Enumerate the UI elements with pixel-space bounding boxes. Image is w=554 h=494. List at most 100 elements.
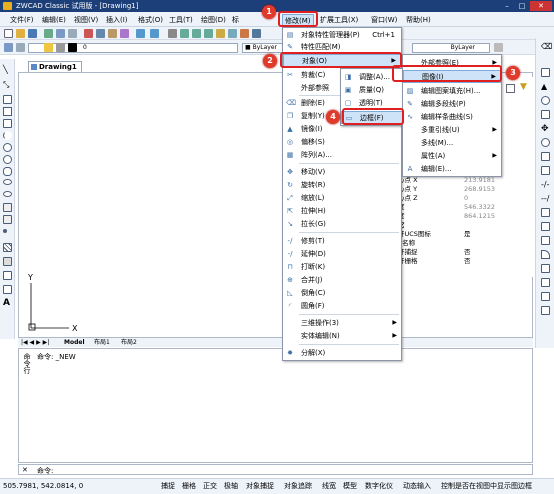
modify-extra2-icon[interactable]	[541, 306, 550, 315]
quick-select-icon[interactable]	[506, 84, 515, 93]
close-button[interactable]: ✕	[530, 1, 552, 11]
array-icon[interactable]	[541, 110, 550, 119]
menu-tools[interactable]: 工具(T)	[167, 14, 195, 26]
menu-item-quality[interactable]: ▣ 质量(Q)	[341, 84, 405, 96]
menu-window[interactable]: 窗口(W)	[369, 14, 399, 26]
menu-item-rotate[interactable]: ↻ 旋转(R)	[283, 179, 401, 191]
menu-item-break[interactable]: ⊓ 打断(K)	[283, 261, 401, 273]
tab-layout2[interactable]: 布局2	[121, 338, 137, 347]
menu-item-scale[interactable]: ⤢ 缩放(L)	[283, 192, 401, 204]
menu-help[interactable]: 帮助(H)	[404, 14, 433, 26]
snap-button[interactable]: 捕捉	[160, 480, 176, 493]
menu-item-trim[interactable]: -/修剪(T)	[283, 235, 401, 247]
break-icon[interactable]	[541, 208, 550, 217]
ortho-button[interactable]: 正交	[202, 480, 218, 493]
point-icon[interactable]	[3, 229, 7, 233]
menu-item-3d-operations[interactable]: 三维操作(3) ▶	[283, 317, 401, 329]
chamfer-icon[interactable]	[541, 236, 550, 245]
rectangle-icon[interactable]	[3, 119, 12, 128]
erase-icon[interactable]: ⌫	[541, 42, 552, 51]
open-icon[interactable]	[16, 29, 25, 38]
pan-icon[interactable]	[168, 29, 177, 38]
line-icon[interactable]: ╲	[3, 65, 12, 74]
ellipse-arc-icon[interactable]	[3, 191, 12, 197]
zoom-realtime-icon[interactable]	[180, 29, 189, 38]
extend-icon[interactable]: --/	[541, 194, 550, 203]
menu-item-properties[interactable]: ▤ 对象特性管理器(P) Ctrl+1	[283, 29, 401, 41]
command-window[interactable]: 命令行 命令: _NEW	[18, 348, 533, 463]
fillet-icon[interactable]	[541, 250, 550, 259]
zoom-window-icon[interactable]	[192, 29, 201, 38]
menu-item-edit-hatch[interactable]: ▨ 编辑图案填充(H)...	[403, 85, 501, 97]
menu-item-edit-spline[interactable]: ∿ 编辑样条曲线(S)	[403, 111, 501, 123]
publish-icon[interactable]	[68, 29, 77, 38]
polygon-icon[interactable]	[3, 107, 12, 116]
otrack-button[interactable]: 对象追踪	[283, 480, 313, 493]
dynamic-input-button[interactable]: 动态输入	[402, 480, 432, 493]
offset-icon[interactable]	[541, 96, 550, 105]
menu-item-multileader[interactable]: 多重引线(U) ▶	[403, 124, 501, 136]
spline-icon[interactable]	[3, 167, 12, 176]
menu-item-move[interactable]: ✥ 移动(V)	[283, 166, 401, 178]
tab-nav-first-icon[interactable]: |◀ ◀ ▶ ▶|	[21, 338, 49, 347]
new-icon[interactable]	[4, 29, 13, 38]
copy-icon[interactable]	[96, 29, 105, 38]
menu-item-array[interactable]: ▦ 阵列(A)...	[283, 149, 401, 161]
rotate-icon[interactable]	[541, 138, 550, 147]
stretch-icon[interactable]	[541, 166, 550, 175]
menu-item-join[interactable]: ⊕ 合并(J)	[283, 274, 401, 286]
model-button[interactable]: 模型	[342, 480, 358, 493]
linetype-dropdown[interactable]: ByLayer	[412, 43, 490, 53]
menu-item-edit-text[interactable]: A 编辑(E)...	[403, 163, 501, 175]
tab-layout1[interactable]: 布局1	[94, 338, 110, 347]
ellipse-icon[interactable]	[3, 179, 12, 185]
modify-extra-icon[interactable]	[541, 292, 550, 301]
menu-format[interactable]: 格式(O)	[136, 14, 165, 26]
menu-extend-tools[interactable]: 扩展工具(X)	[318, 14, 360, 26]
join-icon[interactable]	[541, 222, 550, 231]
menu-item-lengthen[interactable]: ↘ 拉长(G)	[283, 218, 401, 230]
maximize-button[interactable]: □	[515, 1, 529, 11]
grip-icon[interactable]	[541, 278, 550, 287]
tab-model[interactable]: Model	[64, 338, 85, 347]
preview-icon[interactable]	[56, 29, 65, 38]
menu-edit[interactable]: 编辑(E)	[40, 14, 68, 26]
menu-item-stretch[interactable]: ⇱ 拉伸(H)	[283, 205, 401, 217]
design-center-icon[interactable]	[228, 29, 237, 38]
command-close-icon[interactable]: ✕	[22, 466, 28, 474]
minimize-button[interactable]: –	[500, 1, 514, 11]
lineweight-button[interactable]: 线宽	[321, 480, 337, 493]
tool-palette-icon[interactable]	[240, 29, 249, 38]
menu-item-extend[interactable]: -/延伸(D)	[283, 248, 401, 260]
menu-item-chamfer[interactable]: ◺ 倒角(C)	[283, 287, 401, 299]
tablet-button[interactable]: 数字化仪	[364, 480, 394, 493]
explode-icon[interactable]	[541, 264, 550, 273]
undo-icon[interactable]	[136, 29, 145, 38]
properties-icon[interactable]	[216, 29, 225, 38]
mirror-icon[interactable]: ▲	[541, 82, 550, 91]
paste-icon[interactable]	[108, 29, 117, 38]
filter-icon[interactable]: ▼	[520, 82, 527, 92]
menu-item-solid-editing[interactable]: 实体编辑(N) ▶	[283, 330, 401, 342]
arc-icon[interactable]	[3, 131, 12, 140]
region-icon[interactable]	[3, 271, 12, 280]
table-icon[interactable]	[3, 285, 12, 294]
polar-button[interactable]: 极轴	[223, 480, 239, 493]
trim-icon[interactable]: -/-	[541, 180, 550, 189]
menu-view[interactable]: 视图(V)	[72, 14, 100, 26]
make-block-icon[interactable]	[3, 215, 12, 224]
construction-line-icon[interactable]: ⤡	[3, 80, 12, 89]
revcloud-icon[interactable]	[3, 155, 12, 164]
osnap-button[interactable]: 对象捕捉	[245, 480, 275, 493]
menu-item-multiline[interactable]: 多线(M)...	[403, 137, 501, 149]
menu-draw[interactable]: 绘图(D)	[199, 14, 228, 26]
menu-item-explode[interactable]: ✸ 分解(X)	[283, 347, 401, 359]
cut-icon[interactable]	[84, 29, 93, 38]
copy-object-icon[interactable]	[541, 68, 550, 77]
gradient-icon[interactable]	[3, 257, 12, 266]
drawing-tab[interactable]: Drawing1	[28, 61, 82, 72]
hatch-icon[interactable]	[3, 243, 12, 252]
menu-item-fillet[interactable]: ◜ 圆角(F)	[283, 300, 401, 312]
mtext-icon[interactable]: A	[3, 299, 12, 308]
circle-icon[interactable]	[3, 143, 12, 152]
